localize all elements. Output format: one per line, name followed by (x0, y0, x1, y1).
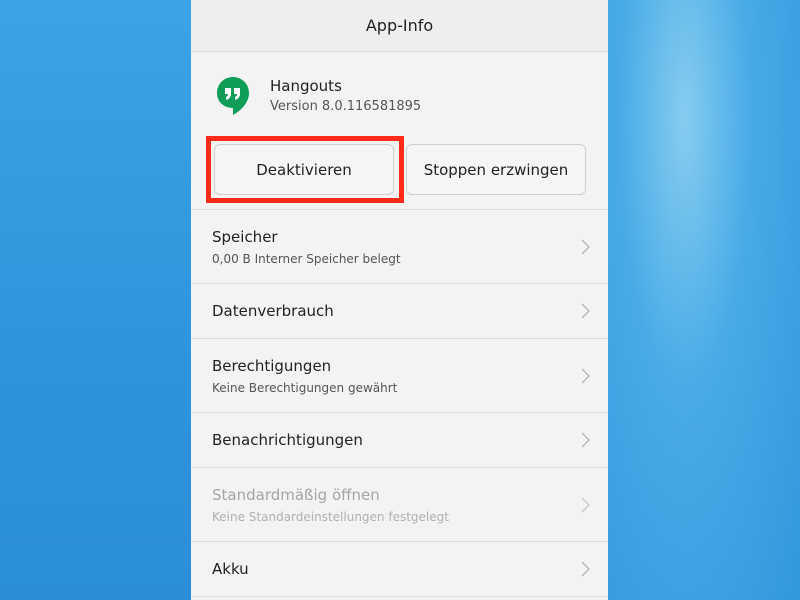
app-info-screen: App-Info Hangouts Version 8.0.116581895 … (191, 0, 608, 600)
app-header: Hangouts Version 8.0.116581895 (191, 52, 608, 132)
deactivate-button-label: Deaktivieren (256, 160, 352, 179)
list-item-open-by-default[interactable]: Standardmäßig öffnen Keine Standardeinst… (191, 468, 608, 542)
hangouts-app-icon (216, 76, 250, 116)
list-item-title: Standardmäßig öffnen (212, 485, 380, 504)
list-item-notifications[interactable]: Benachrichtigungen (191, 413, 608, 468)
chevron-right-icon (581, 303, 590, 319)
background-left (0, 0, 191, 600)
app-version: Version 8.0.116581895 (270, 99, 422, 114)
list-item-subtitle: 0,00 B Interner Speicher belegt (212, 251, 401, 266)
chevron-right-icon (581, 497, 590, 513)
chevron-right-icon (581, 368, 590, 384)
deactivate-button[interactable]: Deaktivieren (214, 144, 394, 195)
page-title: App-Info (365, 16, 434, 35)
list-item-subtitle: Keine Berechtigungen gewährt (212, 380, 398, 395)
app-name: Hangouts (270, 77, 342, 95)
list-item-storage[interactable]: Speicher 0,00 B Interner Speicher belegt (191, 210, 608, 284)
list-item-title: Speicher (212, 227, 278, 246)
force-stop-button-label: Stoppen erzwingen (423, 160, 569, 179)
list-item-data-usage[interactable]: Datenverbrauch (191, 284, 608, 339)
action-button-row: Deaktivieren Stoppen erzwingen (191, 132, 608, 210)
list-item-permissions[interactable]: Berechtigungen Keine Berechtigungen gewä… (191, 339, 608, 413)
list-item-title: Akku (212, 560, 249, 578)
chevron-right-icon (581, 432, 590, 448)
list-item-subtitle: Keine Standardeinstellungen festgelegt (212, 509, 449, 524)
list-item-title: Benachrichtigungen (212, 431, 363, 449)
title-bar: App-Info (191, 0, 608, 52)
list-item-title: Berechtigungen (212, 356, 332, 375)
chevron-right-icon (581, 239, 590, 255)
background-right (608, 0, 800, 600)
chevron-right-icon (581, 561, 590, 577)
force-stop-button[interactable]: Stoppen erzwingen (406, 144, 586, 195)
list-item-battery[interactable]: Akku (191, 542, 608, 597)
list-item-title: Datenverbrauch (212, 302, 334, 320)
